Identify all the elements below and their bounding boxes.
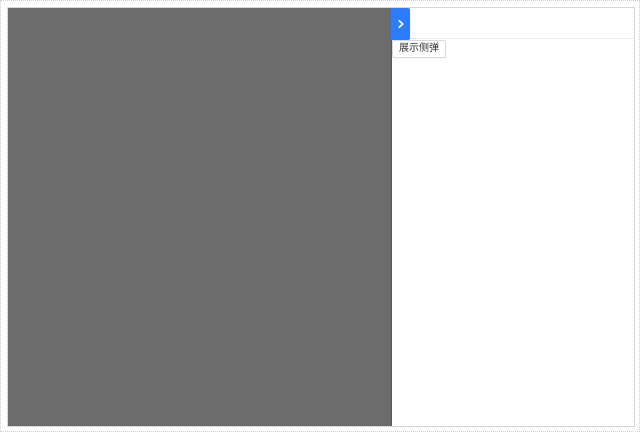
drawer-toggle-tab[interactable] — [391, 8, 410, 40]
app-viewport: 展示侧弹 — [0, 0, 640, 432]
demo-frame: 展示侧弹 — [7, 7, 635, 427]
drawer-panel — [8, 8, 392, 426]
show-drawer-button[interactable]: 展示侧弹 — [392, 40, 446, 58]
chevron-right-icon — [396, 19, 406, 29]
header-divider — [410, 38, 634, 39]
